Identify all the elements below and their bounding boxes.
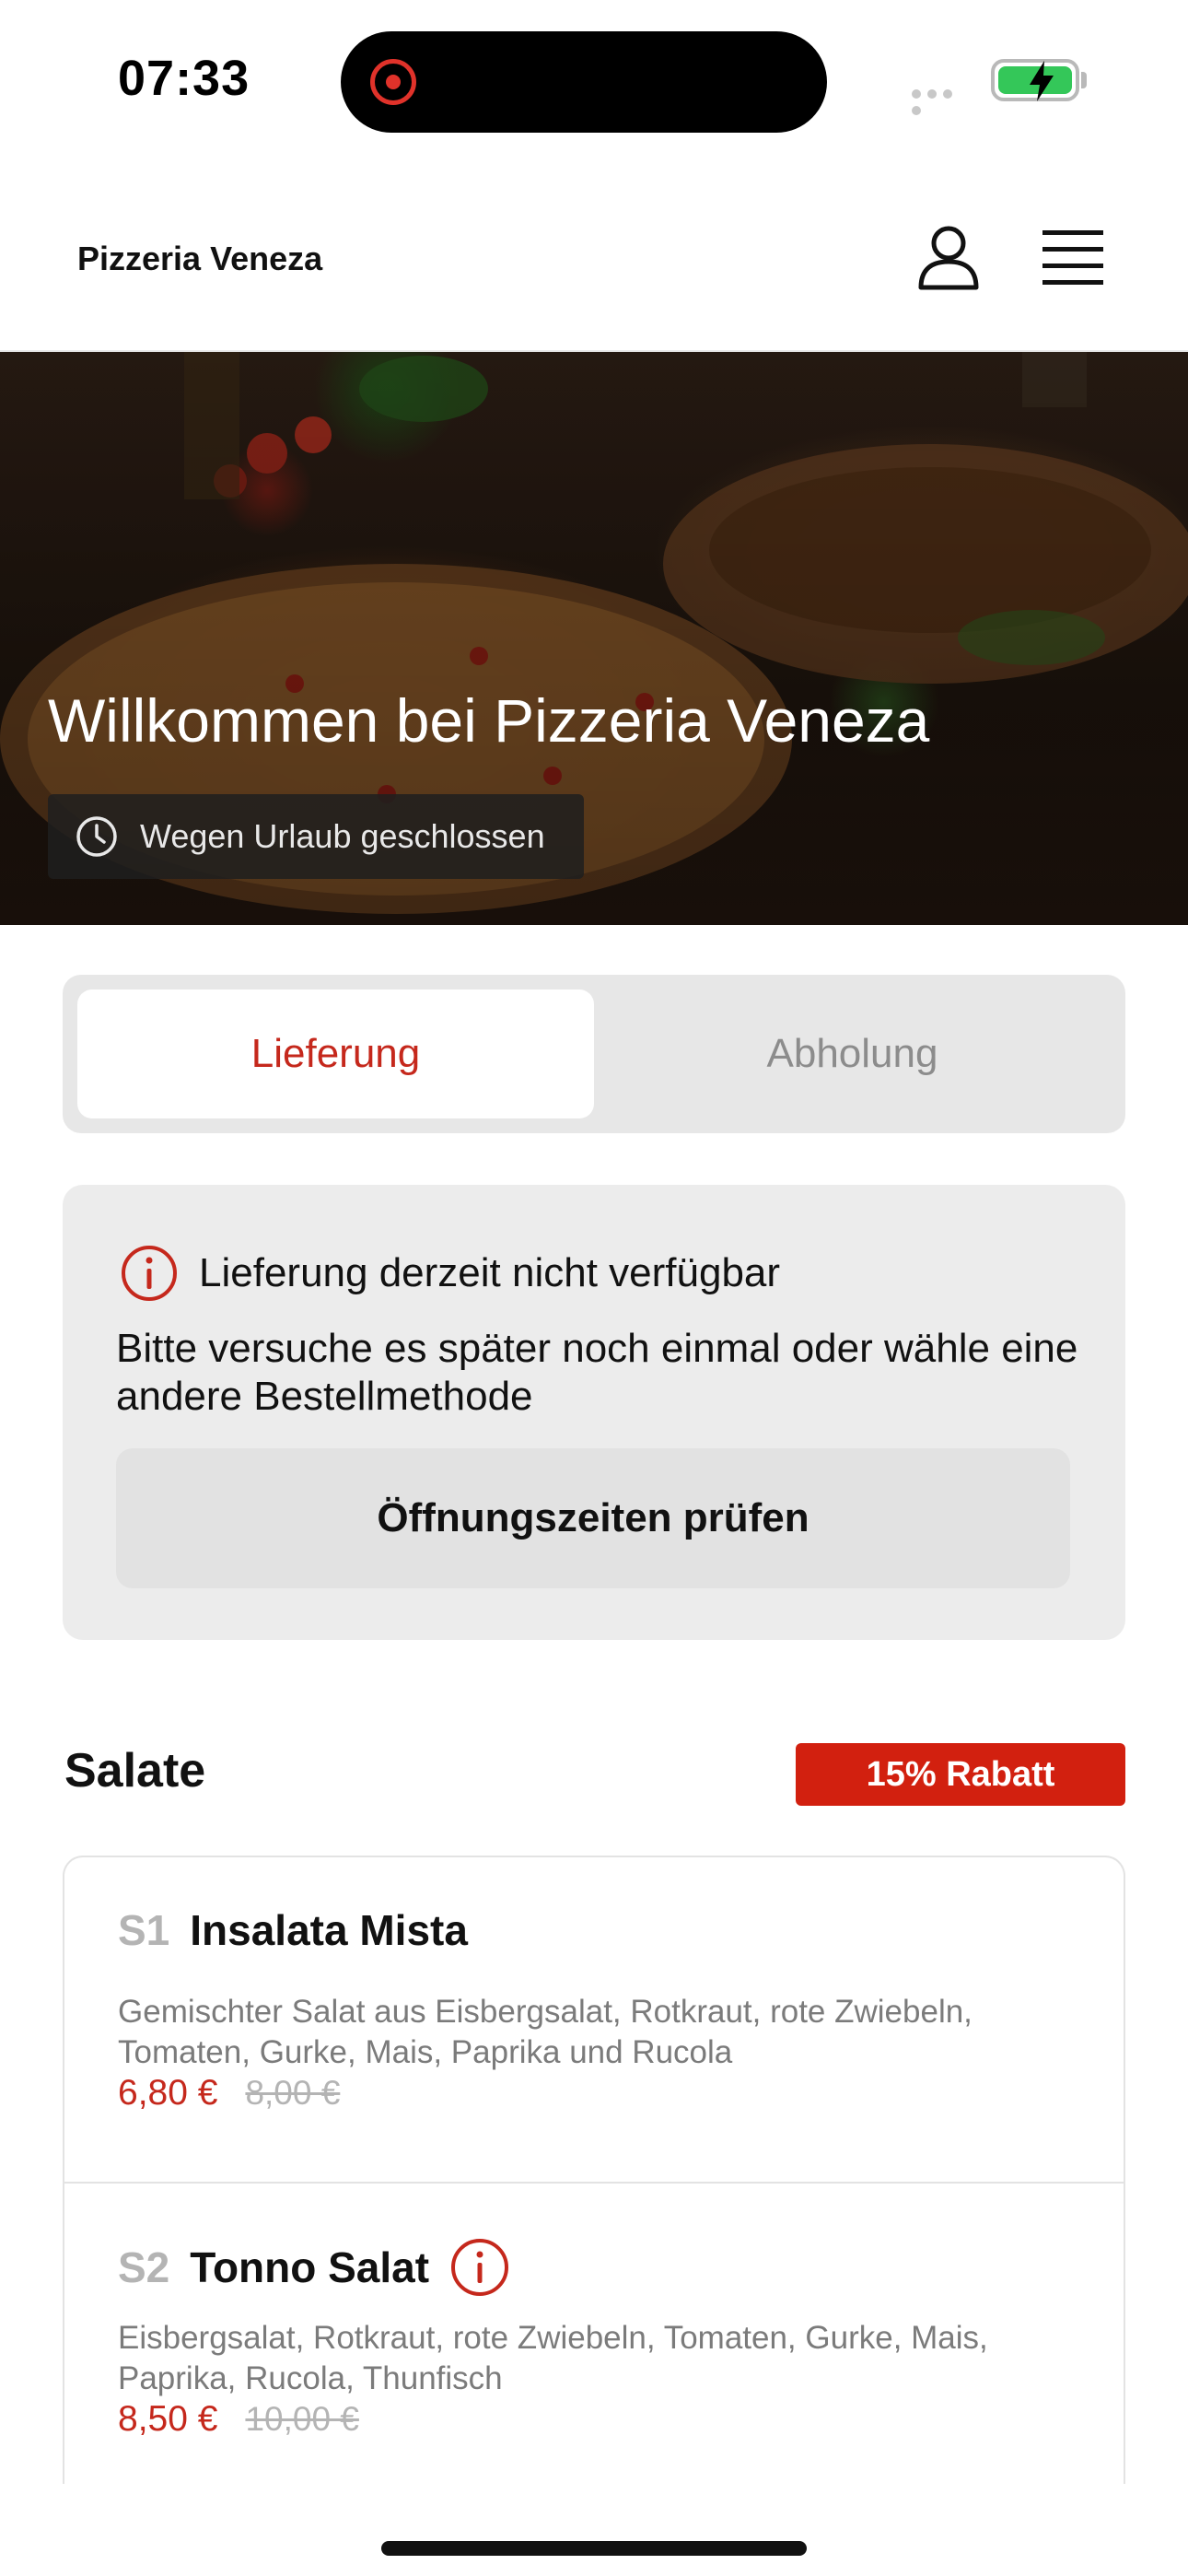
tab-pickup[interactable]: Abholung xyxy=(594,989,1111,1118)
info-icon[interactable] xyxy=(449,2237,510,2298)
battery-icon xyxy=(991,59,1079,101)
delivery-unavailable-notice: Lieferung derzeit nicht verfügbar Bitte … xyxy=(63,1185,1125,1640)
product-prices: 6,80 € 8,00 € xyxy=(118,2073,340,2113)
recording-icon xyxy=(370,59,416,105)
product-old-price: 8,00 € xyxy=(245,2074,341,2112)
product-code: S1 xyxy=(118,1906,170,1954)
signal-icon xyxy=(912,87,971,115)
product-list: S1 Insalata Mista Gemischter Salat aus E… xyxy=(63,1856,1125,2484)
notice-header: Lieferung derzeit nicht verfügbar xyxy=(120,1244,780,1303)
status-time: 07:33 xyxy=(118,51,250,106)
product-prices: 8,50 € 10,00 € xyxy=(118,2399,359,2440)
closed-status-badge: Wegen Urlaub geschlossen xyxy=(48,794,584,879)
product-name: Insalata Mista xyxy=(190,1906,468,1954)
status-bar: 07:33 xyxy=(0,0,1188,166)
user-icon[interactable] xyxy=(912,221,985,295)
clock-icon xyxy=(76,816,117,857)
section-title: Salate xyxy=(64,1744,206,1797)
hero-banner: Willkommen bei Pizzeria Veneza Wegen Url… xyxy=(0,352,1188,925)
hero-title: Willkommen bei Pizzeria Veneza xyxy=(48,686,930,755)
check-opening-hours-button[interactable]: Öffnungszeiten prüfen xyxy=(116,1448,1070,1588)
product-description: Gemischter Salat aus Eisbergsalat, Rotkr… xyxy=(118,1994,973,2070)
product-price: 8,50 € xyxy=(118,2399,218,2439)
dynamic-island xyxy=(341,31,827,133)
product-code: S2 xyxy=(118,2243,170,2291)
notice-title: Lieferung derzeit nicht verfügbar xyxy=(199,1250,781,1295)
product-card[interactable]: S1 Insalata Mista Gemischter Salat aus E… xyxy=(64,1857,1124,2182)
product-old-price: 10,00 € xyxy=(245,2400,359,2438)
order-mode-toggle: Lieferung Abholung xyxy=(63,975,1125,1133)
battery-tip xyxy=(1081,72,1087,88)
product-name: Tonno Salat xyxy=(190,2243,430,2291)
info-icon xyxy=(122,1246,177,1301)
discount-badge: 15% Rabatt xyxy=(796,1743,1125,1806)
product-header: S1 Insalata Mista xyxy=(118,1905,468,1955)
product-card[interactable]: S2 Tonno Salat Eisbergsalat, Rotkraut, r… xyxy=(64,2182,1124,2484)
tab-delivery[interactable]: Lieferung xyxy=(77,989,594,1118)
app-header: Pizzeria Veneza xyxy=(0,166,1188,352)
menu-icon[interactable] xyxy=(1037,225,1109,291)
notice-body: Bitte versuche es später noch einmal ode… xyxy=(116,1326,1078,1419)
brand-name[interactable]: Pizzeria Veneza xyxy=(77,240,322,278)
home-indicator[interactable] xyxy=(381,2541,807,2556)
closed-status-text: Wegen Urlaub geschlossen xyxy=(140,817,545,855)
product-price: 6,80 € xyxy=(118,2073,218,2113)
product-header: S2 Tonno Salat xyxy=(118,2237,510,2298)
product-description: Eisbergsalat, Rotkraut, rote Zwiebeln, T… xyxy=(118,2320,988,2396)
